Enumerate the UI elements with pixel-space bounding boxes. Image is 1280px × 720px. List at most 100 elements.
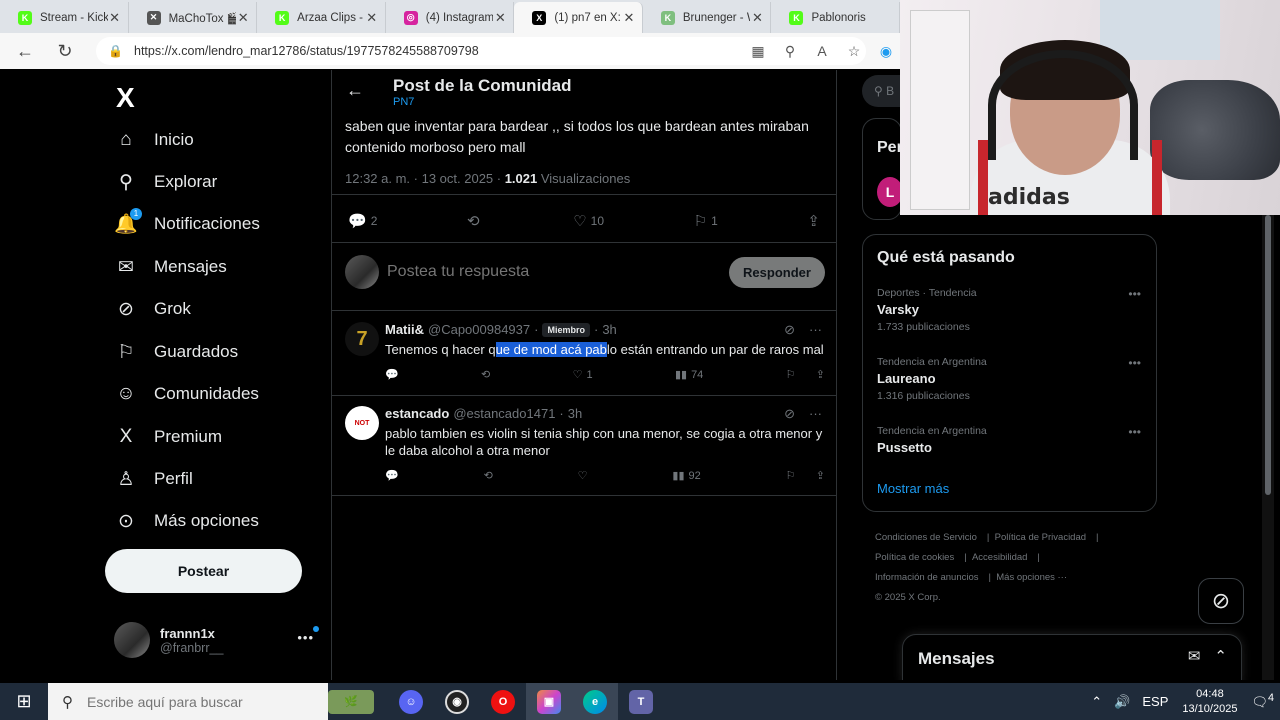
notifications-icon[interactable]: 🗨4	[1251, 692, 1274, 710]
m365-icon[interactable]: ▣	[526, 683, 572, 720]
footer-link[interactable]: Política de Privacidad	[995, 532, 1086, 543]
share-icon[interactable]: ⇪	[816, 469, 825, 482]
reply-item[interactable]: 7 Matii& @Capo00984937 · Miembro · 3h ⊘ ·…	[332, 322, 836, 392]
close-tab-icon[interactable]: ✕	[750, 10, 764, 26]
reply-button[interactable]: Responder	[729, 256, 825, 288]
browser-tab[interactable]: K Brunenger - W ✕	[643, 2, 772, 33]
chevron-up-icon[interactable]: ⌃	[1091, 694, 1102, 710]
more-icon[interactable]: •••	[297, 630, 314, 645]
clock[interactable]: 04:48 13/10/2025	[1182, 687, 1237, 717]
footer-link[interactable]: Más opciones ···	[996, 572, 1067, 583]
nav-item[interactable]: ✉ Mensajes	[114, 249, 227, 285]
reply-icon[interactable]: 💬	[385, 368, 399, 381]
post-timestamp[interactable]: 12:32 a. m. · 13 oct. 2025 ·	[345, 171, 505, 186]
share-action[interactable]: ⇪	[807, 212, 820, 230]
post-button[interactable]: Postear	[105, 549, 302, 593]
bookmark-icon[interactable]: ⚐	[786, 469, 796, 482]
more-icon[interactable]: •••	[1128, 287, 1141, 301]
nav-item[interactable]: 🔔 1 Notificaciones	[114, 206, 260, 242]
nav-item[interactable]: ⊘ Grok	[114, 291, 191, 327]
footer-link[interactable]: Accesibilidad	[972, 552, 1027, 563]
reply-item[interactable]: NOT estancado @estancado1471 · 3h ⊘ ··· p…	[332, 406, 836, 486]
grok-icon[interactable]: ⊘	[1198, 578, 1244, 624]
nav-item[interactable]: ⌂ Inicio	[114, 122, 193, 158]
new-message-icon[interactable]: ✉	[1188, 647, 1201, 665]
edge-icon[interactable]: e	[572, 683, 618, 720]
more-icon[interactable]: ···	[809, 322, 822, 338]
x-logo-icon[interactable]: X	[116, 82, 135, 114]
avatar[interactable]: NOT	[345, 406, 379, 440]
reply-time[interactable]: 3h	[568, 406, 582, 421]
views-action[interactable]: ▮▮ 74	[675, 368, 703, 382]
reply-author[interactable]: estancado	[385, 406, 449, 421]
reply-icon[interactable]: 💬	[385, 469, 399, 482]
browser-tab[interactable]: K Arzaa Clips - Y✕	[257, 2, 386, 33]
scrollbar[interactable]	[1262, 215, 1274, 680]
more-icon[interactable]: ···	[809, 406, 822, 422]
close-tab-icon[interactable]: ✕	[236, 10, 250, 26]
like-action[interactable]: ♡ 10	[573, 212, 604, 230]
more-icon[interactable]: •••	[1128, 356, 1141, 370]
footer-link[interactable]: Información de anuncios	[875, 572, 979, 583]
bookmark-action[interactable]: ⚐ 1	[694, 212, 718, 230]
nav-item[interactable]: ♙ Perfil	[114, 461, 192, 497]
taskbar-search[interactable]: ⚲	[48, 683, 328, 720]
grok-icon[interactable]: ⊘	[784, 406, 795, 422]
close-tab-icon[interactable]: ✕	[108, 10, 122, 26]
favorite-star-icon[interactable]: ☆	[842, 43, 866, 60]
views-action[interactable]: ▮▮ 92	[672, 469, 700, 483]
browser-tab[interactable]: X (1) pn7 en X: "I✕	[514, 2, 643, 33]
close-tab-icon[interactable]: ✕	[493, 10, 507, 26]
reply-author[interactable]: Matii&	[385, 322, 424, 337]
bookmark-icon[interactable]: ⚐	[786, 368, 796, 381]
browser-tab[interactable]: K Stream - Kick D✕	[0, 2, 129, 33]
like-action[interactable]: ♡ 1	[573, 368, 593, 382]
url-field[interactable]: 🔒 https://x.com/lendro_mar12786/status/1…	[96, 37, 866, 65]
footer-link[interactable]: Política de cookies	[875, 552, 954, 563]
browser-tab[interactable]: K Pablonoris	[771, 2, 901, 33]
obs-icon[interactable]: ◉	[434, 683, 480, 720]
nav-item[interactable]: X Premium	[114, 419, 222, 455]
nav-item[interactable]: ⚐ Guardados	[114, 334, 238, 370]
reload-button[interactable]: ↻	[50, 36, 80, 66]
trend-item[interactable]: Tendencia en Argentina Pussetto •••	[877, 425, 1147, 455]
zoom-icon[interactable]: ⚲	[778, 43, 802, 60]
opera-icon[interactable]: O	[480, 683, 526, 720]
account-switcher[interactable]: frannn1x @franbrr__ •••	[114, 618, 324, 662]
reply-action[interactable]: 💬 2	[348, 212, 377, 230]
avatar[interactable]: 7	[345, 322, 379, 356]
messages-drawer[interactable]: Mensajes ✉ ⌃	[902, 634, 1242, 680]
heart-icon[interactable]: ♡	[578, 469, 588, 482]
app-available-icon[interactable]: ▦	[746, 43, 770, 60]
reply-input[interactable]	[387, 263, 729, 281]
nav-item[interactable]: ⚲ Explorar	[114, 164, 217, 200]
share-icon[interactable]: ⇪	[816, 368, 825, 381]
close-tab-icon[interactable]: ✕	[365, 10, 379, 26]
reply-handle[interactable]: @estancado1471	[453, 406, 555, 421]
browser-tab[interactable]: ◎ (4) Instagram ✕	[386, 2, 515, 33]
language-indicator[interactable]: ESP	[1142, 694, 1168, 709]
taskbar-search-input[interactable]	[87, 693, 287, 710]
reply-handle[interactable]: @Capo00984937	[428, 322, 530, 337]
trend-item[interactable]: Deportes · Tendencia Varsky 1.733 public…	[877, 287, 1147, 333]
volume-icon[interactable]: 🔊	[1114, 694, 1130, 710]
show-more-link[interactable]: Mostrar más	[877, 481, 949, 496]
teams-icon[interactable]: T	[618, 683, 664, 720]
repost-action[interactable]: ⟲	[467, 212, 484, 230]
back-arrow-icon[interactable]: ←	[346, 80, 364, 101]
read-aloud-icon[interactable]: A	[810, 43, 834, 59]
expand-icon[interactable]: ⌃	[1214, 647, 1227, 665]
browser-tab[interactable]: ✕ MaChoTox 🎬 ✕	[129, 2, 258, 33]
grok-icon[interactable]: ⊘	[784, 322, 795, 338]
community-link[interactable]: PN7	[393, 96, 414, 108]
more-icon[interactable]: •••	[1128, 425, 1141, 439]
copilot-icon[interactable]: ◉	[874, 43, 898, 60]
footer-link[interactable]: Condiciones de Servicio	[875, 532, 977, 543]
windows-start-icon[interactable]: ⊞	[0, 683, 48, 720]
close-tab-icon[interactable]: ✕	[622, 10, 636, 26]
trend-item[interactable]: Tendencia en Argentina Laureano 1.316 pu…	[877, 356, 1147, 402]
back-button[interactable]: ←	[10, 36, 40, 66]
discord-icon[interactable]: ☺	[388, 683, 434, 720]
game-app-icon[interactable]: 🌿	[328, 683, 374, 720]
nav-item[interactable]: ⊙ Más opciones	[114, 503, 259, 539]
